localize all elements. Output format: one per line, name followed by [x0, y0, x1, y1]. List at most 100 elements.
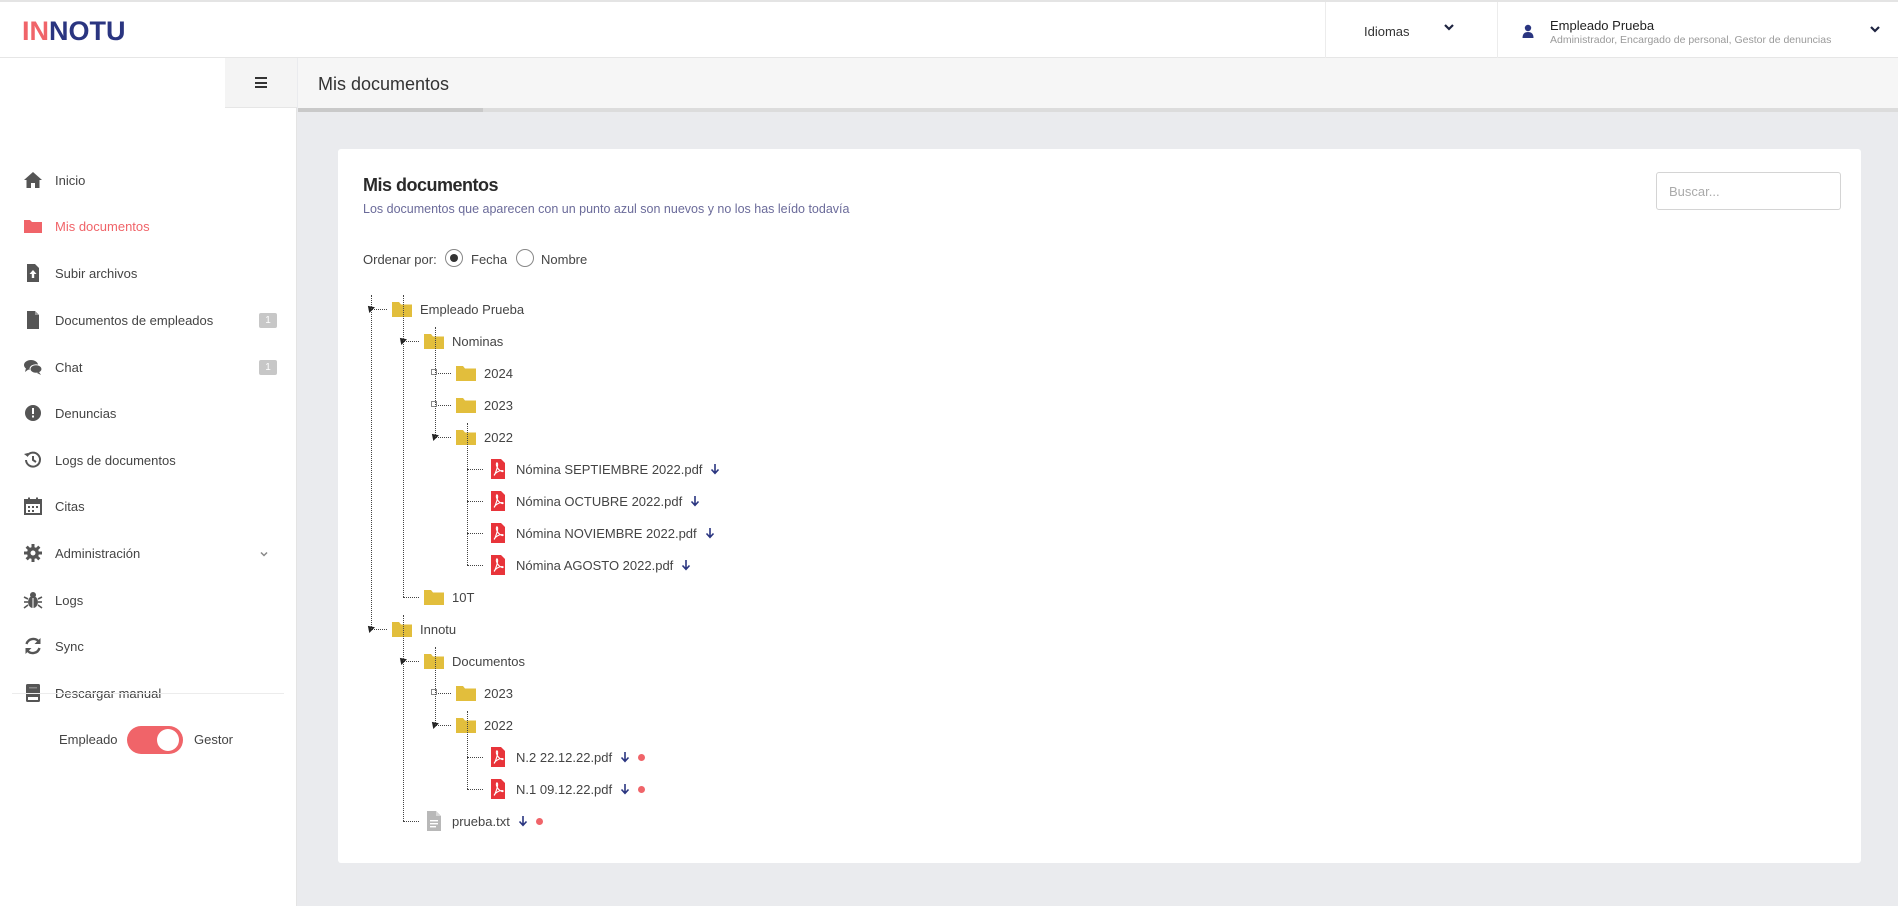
- user-menu[interactable]: Empleado Prueba Administrador, Encargado…: [1497, 2, 1898, 58]
- language-label: Idiomas: [1364, 24, 1410, 39]
- page-title: Mis documentos: [318, 74, 450, 94]
- sidebar-item-subir-archivos[interactable]: Subir archivos: [0, 250, 296, 296]
- download-arrow-icon[interactable]: [690, 495, 700, 507]
- tree-connector-line: [403, 597, 419, 598]
- sidebar-item-inicio[interactable]: Inicio: [0, 157, 296, 203]
- tree-guide-line: [435, 327, 436, 437]
- sidebar-item-label: Mis documentos: [55, 219, 150, 234]
- tree-folder[interactable]: 2022: [455, 425, 513, 449]
- tree-node-label: 10T: [452, 589, 475, 605]
- expand-toggle-icon[interactable]: [429, 431, 439, 441]
- new-document-dot: [638, 753, 646, 761]
- gear-icon: [24, 544, 42, 562]
- document-tree: Empleado Prueba Nominas 2024 2023 2022 Nómina…: [338, 149, 1238, 863]
- mode-toggle[interactable]: [127, 726, 183, 754]
- tree-connector-line: [403, 341, 419, 342]
- tree-file[interactable]: Nómina OCTUBRE 2022.pdf: [487, 489, 700, 513]
- new-document-dot: [535, 817, 543, 825]
- expand-toggle-icon[interactable]: [365, 303, 375, 313]
- tree-folder[interactable]: 2024: [455, 361, 513, 385]
- tree-node-label: Innotu: [420, 621, 457, 637]
- sidebar-item-label: Subir archivos: [55, 266, 138, 281]
- sidebar-divider: [12, 693, 284, 694]
- tree-node-label: Empleado Prueba: [420, 301, 525, 317]
- tree-folder[interactable]: Innotu: [391, 617, 456, 641]
- tree-connector-line: [403, 661, 419, 662]
- folder-icon: [456, 430, 476, 445]
- expand-toggle-icon[interactable]: [365, 623, 375, 633]
- download-arrow-icon[interactable]: [710, 463, 720, 475]
- tree-folder[interactable]: 2023: [455, 681, 513, 705]
- tree-folder[interactable]: 2022: [455, 713, 513, 737]
- sidebar-item-logs[interactable]: Logs: [0, 577, 296, 623]
- sidebar-item-logs-documentos[interactable]: Logs de documentos: [0, 437, 296, 483]
- count-badge: 1: [259, 360, 277, 375]
- tree-file[interactable]: N.1 09.12.22.pdf: [487, 777, 646, 801]
- tree-file[interactable]: Nómina SEPTIEMBRE 2022.pdf: [487, 457, 720, 481]
- sidebar-item-sync[interactable]: Sync: [0, 623, 296, 669]
- tree-connector-line: [403, 821, 419, 822]
- page-header: Mis documentos: [298, 58, 1898, 112]
- tree-guide-line: [435, 647, 436, 725]
- expand-toggle-icon[interactable]: [429, 719, 439, 729]
- tree-connector-line: [467, 501, 483, 502]
- hamburger-icon: [255, 77, 267, 88]
- sidebar: Inicio Mis documentos Subir archivos Doc…: [0, 58, 297, 906]
- sidebar-item-documentos-empleados[interactable]: Documentos de empleados 1: [0, 297, 296, 343]
- file-icon: [27, 311, 39, 329]
- tree-folder[interactable]: 10T: [423, 585, 474, 609]
- tree-node-label: 2022: [484, 717, 513, 733]
- tree-folder[interactable]: Documentos: [423, 649, 525, 673]
- text-file-icon: [427, 811, 441, 831]
- tree-file[interactable]: N.2 22.12.22.pdf: [487, 745, 646, 769]
- sidebar-item-administracion[interactable]: Administración: [0, 530, 296, 576]
- search-input[interactable]: [1656, 172, 1841, 210]
- tree-guide-line: [371, 295, 372, 629]
- tree-connector-line: [435, 725, 451, 726]
- chevron-down-icon: [260, 551, 268, 557]
- sidebar-item-chat[interactable]: Chat 1: [0, 344, 296, 390]
- tree-folder[interactable]: 2023: [455, 393, 513, 417]
- sidebar-item-label: Denuncias: [55, 406, 117, 421]
- folder-icon: [456, 686, 476, 701]
- download-arrow-icon[interactable]: [518, 815, 528, 827]
- collapsed-toggle-icon[interactable]: [431, 689, 437, 695]
- folder-icon: [424, 654, 444, 669]
- tree-node-label: Nominas: [452, 333, 504, 349]
- tree-guide-line: [403, 615, 404, 821]
- sidebar-item-mis-documentos[interactable]: Mis documentos: [0, 203, 296, 249]
- tree-folder[interactable]: Empleado Prueba: [391, 297, 524, 321]
- tree-node-label: Documentos: [452, 653, 525, 669]
- new-document-dot: [638, 785, 646, 793]
- pdf-icon: [491, 779, 505, 799]
- download-arrow-icon[interactable]: [705, 527, 715, 539]
- sidebar-item-denuncias[interactable]: Denuncias: [0, 390, 296, 436]
- sidebar-item-citas[interactable]: Citas: [0, 483, 296, 529]
- download-arrow-icon[interactable]: [620, 751, 630, 763]
- download-arrow-icon[interactable]: [620, 783, 630, 795]
- tree-node-label: Nómina OCTUBRE 2022.pdf: [516, 493, 683, 509]
- tree-guide-line: [467, 711, 468, 789]
- tree-file[interactable]: prueba.txt: [423, 809, 543, 833]
- tree-connector-line: [435, 405, 451, 406]
- innotu-logo[interactable]: INNOTU: [22, 16, 126, 47]
- sidebar-item-label: Logs de documentos: [55, 453, 176, 468]
- sync-icon: [25, 637, 41, 655]
- collapsed-toggle-icon[interactable]: [431, 401, 437, 407]
- pdf-icon: [491, 523, 505, 543]
- tree-node-label: Nómina SEPTIEMBRE 2022.pdf: [516, 461, 703, 477]
- expand-toggle-icon[interactable]: [397, 335, 407, 345]
- calendar-icon: [24, 497, 42, 515]
- tree-file[interactable]: Nómina AGOSTO 2022.pdf: [487, 553, 691, 577]
- home-icon: [24, 172, 42, 188]
- collapsed-toggle-icon[interactable]: [431, 369, 437, 375]
- tree-file[interactable]: Nómina NOVIEMBRE 2022.pdf: [487, 521, 715, 545]
- tab-indicator: [298, 108, 1898, 112]
- language-selector[interactable]: Idiomas: [1325, 2, 1497, 58]
- upload-file-icon: [27, 264, 39, 282]
- tree-node-label: Nómina NOVIEMBRE 2022.pdf: [516, 525, 697, 541]
- expand-toggle-icon[interactable]: [397, 655, 407, 665]
- download-arrow-icon[interactable]: [681, 559, 691, 571]
- menu-toggle-button[interactable]: [225, 58, 297, 108]
- pdf-icon: [491, 747, 505, 767]
